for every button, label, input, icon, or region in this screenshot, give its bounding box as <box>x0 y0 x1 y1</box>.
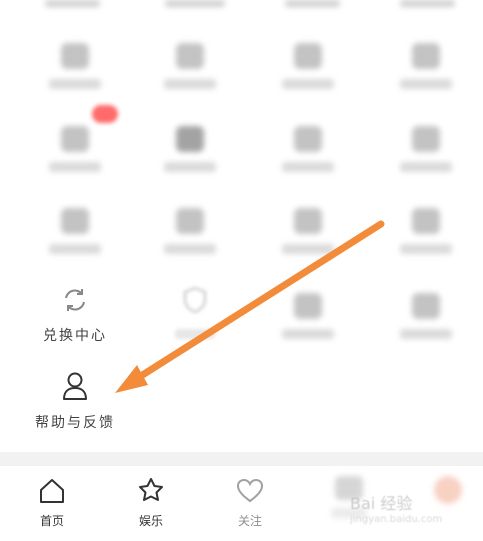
exchange-center-label: 兑换中心 <box>43 328 107 344</box>
grid-item[interactable] <box>263 285 353 365</box>
nav-home[interactable]: 首页 <box>17 476 87 529</box>
grid-item[interactable] <box>30 118 120 198</box>
grid-item[interactable] <box>263 200 353 280</box>
nav-follow[interactable]: 关注 <box>215 476 285 529</box>
home-icon <box>40 479 64 503</box>
app-screen: 兑换中心 帮助与反馈 首页 娱乐 关注 Bai 经验 jingyan.baidu… <box>0 0 483 541</box>
grid-item[interactable] <box>30 35 120 115</box>
nav-entertainment[interactable]: 娱乐 <box>116 476 186 529</box>
help-feedback-label: 帮助与反馈 <box>35 415 115 431</box>
watermark-sub: jingyan.baidu.com <box>350 514 443 525</box>
section-separator <box>0 452 483 466</box>
nav-home-label: 首页 <box>39 514 64 528</box>
help-feedback-button[interactable]: 帮助与反馈 <box>30 370 120 432</box>
grid-item[interactable] <box>30 200 120 280</box>
shield-icon <box>184 286 206 314</box>
grid-item[interactable] <box>381 200 471 280</box>
grid-item[interactable] <box>381 285 471 365</box>
notification-badge <box>92 105 118 123</box>
nav-follow-label: 关注 <box>237 514 262 528</box>
star-icon <box>139 478 163 501</box>
user-icon <box>63 372 87 400</box>
grid-item[interactable] <box>263 35 353 115</box>
exchange-center-button[interactable]: 兑换中心 <box>30 285 120 345</box>
heart-icon <box>236 478 264 503</box>
grid-item[interactable] <box>145 35 235 115</box>
grid-item[interactable] <box>145 200 235 280</box>
refresh-icon <box>65 289 85 311</box>
watermark: Bai 经验 jingyan.baidu.com <box>350 490 480 530</box>
watermark-text: Bai 经验 <box>350 494 413 513</box>
grid-item[interactable] <box>381 118 471 198</box>
grid-item[interactable] <box>145 118 235 198</box>
grid-item[interactable] <box>263 118 353 198</box>
nav-entertainment-label: 娱乐 <box>138 514 163 528</box>
grid-item[interactable] <box>381 35 471 115</box>
blurred-grid-item[interactable] <box>150 285 240 339</box>
